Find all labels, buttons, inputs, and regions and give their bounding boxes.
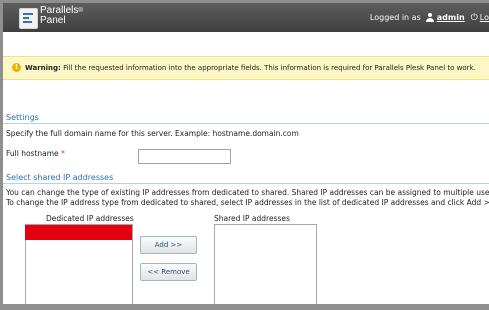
settings-title: Settings	[6, 113, 39, 122]
shared-ip-divider	[3, 183, 489, 184]
brand-logo: Parallels® Panel	[40, 6, 83, 26]
required-mark: *	[61, 149, 65, 158]
shared-ip-label: Shared IP addresses	[214, 214, 290, 223]
warning-banner: ! Warning: Fill the requested informatio…	[3, 56, 489, 80]
settings-description: Specify the full domain name for this se…	[6, 129, 299, 138]
shared-ip-description-1: You can change the type of existing IP a…	[6, 188, 489, 197]
add-button[interactable]: Add >>	[140, 236, 197, 254]
warning-label: Warning:	[25, 64, 61, 72]
parallels-logo-icon	[19, 8, 38, 29]
window-frame: Parallels® Panel Logged in as admin ⏻ Lo…	[0, 0, 489, 310]
page-content: Parallels® Panel Logged in as admin ⏻ Lo…	[3, 3, 489, 304]
top-bar: Parallels® Panel Logged in as admin ⏻ Lo	[3, 3, 489, 32]
shared-ip-list[interactable]	[214, 224, 317, 304]
user-area: Logged in as admin ⏻ Lo	[370, 3, 489, 32]
shared-ip-description-2: To change the IP address type from dedic…	[6, 198, 489, 207]
remove-button[interactable]: << Remove	[140, 263, 197, 281]
settings-divider	[3, 123, 489, 124]
hostname-input[interactable]	[138, 149, 231, 164]
logout-link[interactable]: Lo	[480, 13, 489, 22]
logged-in-label: Logged in as	[369, 13, 421, 22]
brand-product: Panel	[40, 15, 66, 26]
power-icon[interactable]: ⏻	[471, 13, 478, 23]
hostname-label: Full hostname *	[6, 149, 65, 158]
warning-icon: !	[12, 63, 21, 72]
warning-text: Fill the requested information into the …	[63, 64, 476, 72]
user-icon	[425, 13, 434, 22]
username-link[interactable]: admin	[437, 13, 465, 22]
hostname-label-text: Full hostname	[6, 149, 59, 158]
brand-registered-mark: ®	[78, 8, 83, 14]
redaction-bar	[25, 225, 132, 240]
shared-ip-title: Select shared IP addresses	[6, 173, 114, 182]
dedicated-ip-label: Dedicated IP addresses	[46, 214, 134, 223]
warning-message: Warning: Fill the requested information …	[25, 57, 476, 79]
